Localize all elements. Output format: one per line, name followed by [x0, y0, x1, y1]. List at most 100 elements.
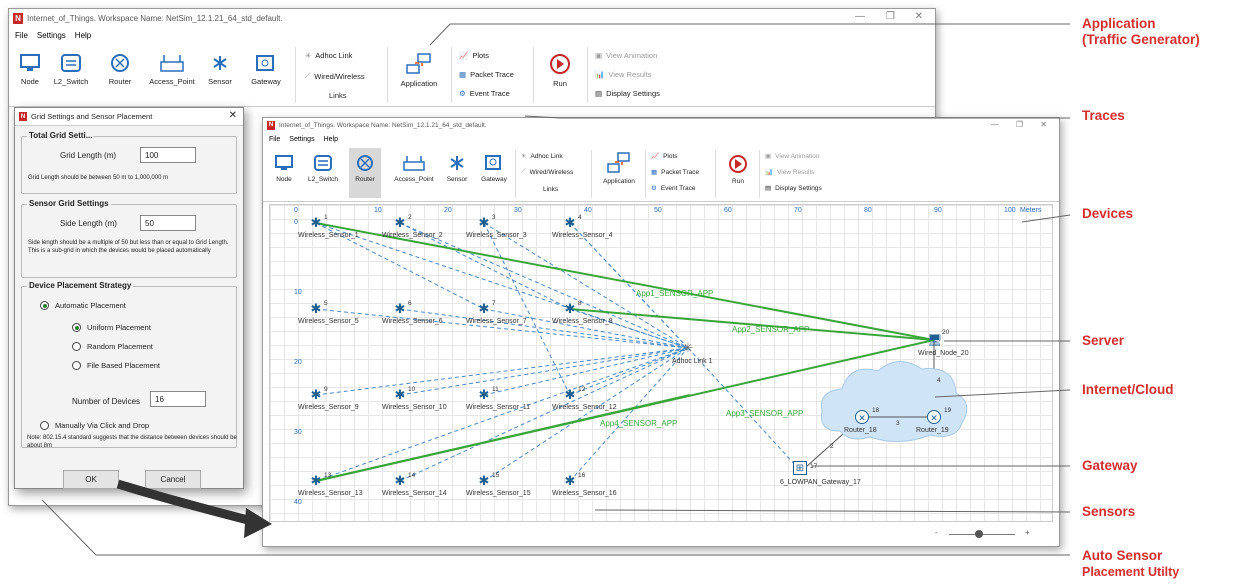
sensor-icon[interactable]: ✱	[477, 302, 491, 316]
sensor-icon[interactable]: ✱	[393, 216, 407, 230]
plots-button[interactable]: 📈 Plots	[651, 152, 678, 161]
packet-trace-button[interactable]: ▦ Packet Trace	[459, 70, 514, 79]
application-button[interactable]: Application	[597, 152, 641, 185]
minimize-button[interactable]: —	[991, 120, 999, 129]
sensor-icon	[213, 56, 227, 70]
back-ribbon: Node L2_Switch Router Access_Point Senso…	[9, 43, 935, 107]
view-results-button[interactable]: 📊 View Results	[765, 168, 815, 177]
plots-button[interactable]: 📈 Plots	[459, 51, 489, 60]
menu-file[interactable]: File	[15, 31, 28, 40]
sensor-icon[interactable]: ✱	[309, 474, 323, 488]
menu-file[interactable]: File	[269, 136, 280, 143]
device-label: Wireless_Sensor_11	[466, 404, 531, 411]
view-animation-button[interactable]: ▣ View Animation	[595, 51, 657, 60]
gateway-button[interactable]: Gateway	[247, 53, 285, 86]
random-placement-radio[interactable]: Random Placement	[72, 342, 153, 351]
sensor-icon[interactable]: ✱	[309, 302, 323, 316]
device-label: Wireless_Sensor_2	[382, 232, 443, 239]
sensor-icon[interactable]: ✱	[393, 474, 407, 488]
network-canvas[interactable]: 0 10 20 30 40 50 60 70 80 90 100 Meters …	[269, 204, 1053, 522]
router-button[interactable]: Router	[349, 148, 381, 198]
sensor-button[interactable]: Sensor	[205, 53, 235, 86]
run-button[interactable]: Run	[545, 53, 575, 88]
access-point-button[interactable]: Access_Point	[147, 53, 197, 86]
run-button[interactable]: Run	[725, 154, 751, 185]
restore-button[interactable]: ❐	[886, 11, 895, 22]
menu-settings[interactable]: Settings	[289, 136, 314, 143]
event-trace-button[interactable]: ⚙ Event Trace	[459, 89, 510, 98]
app-label: App3_SENSOR_APP	[726, 409, 804, 418]
gateway-icon[interactable]: ⊞	[793, 461, 807, 475]
close-icon[interactable]: ✕	[229, 110, 237, 121]
zoom-thumb[interactable]	[975, 530, 983, 538]
manual-placement-radio[interactable]: Manually Via Click and Drop	[40, 421, 149, 430]
close-button[interactable]: ✕	[1040, 120, 1047, 129]
adhoc-link-button[interactable]: ✳ Adhoc Link	[521, 152, 563, 161]
ribbon-separator	[295, 47, 296, 103]
display-settings-button[interactable]: ▤ Display Settings	[765, 184, 822, 193]
cancel-button[interactable]: Cancel	[145, 470, 201, 489]
menu-settings[interactable]: Settings	[37, 31, 66, 40]
view-results-button[interactable]: 📊 View Results	[595, 70, 652, 79]
sensor-icon[interactable]: ✱	[309, 216, 323, 230]
close-button[interactable]: ✕	[915, 11, 923, 22]
run-icon	[550, 54, 570, 74]
sensor-icon[interactable]: ✱	[477, 216, 491, 230]
front-ribbon: Node L2_Switch Router Access_Point Senso…	[263, 146, 1059, 202]
wired-wireless-button[interactable]: ⟋ Wired/Wireless	[305, 71, 365, 81]
side-length-input[interactable]: 50	[140, 215, 196, 231]
sensor-icon[interactable]: ✱	[393, 302, 407, 316]
view-animation-button[interactable]: ▣ View Animation	[765, 152, 819, 161]
router-button[interactable]: Router	[105, 53, 135, 86]
menu-help[interactable]: Help	[75, 31, 91, 40]
sensor-icon[interactable]: ✱	[477, 388, 491, 402]
callout-internet: Internet/Cloud	[1082, 382, 1174, 397]
minimize-button[interactable]: —	[855, 11, 865, 22]
server-icon[interactable]: 🖥	[927, 333, 942, 347]
ok-button[interactable]: OK	[63, 470, 119, 489]
adhoc-link-icon[interactable]: ✳	[681, 341, 695, 355]
automatic-placement-radio[interactable]: Automatic Placement	[40, 301, 126, 310]
event-trace-icon: ⚙	[459, 89, 466, 98]
node-button[interactable]: Node	[15, 53, 45, 86]
sensor-icon[interactable]: ✱	[563, 216, 577, 230]
packet-trace-button[interactable]: ▦ Packet Trace	[651, 168, 699, 177]
router-icon[interactable]: ✕	[927, 410, 941, 424]
adhoc-icon: ✳	[521, 153, 527, 160]
event-trace-button[interactable]: ⚙ Event Trace	[651, 184, 696, 193]
l2-switch-button[interactable]: L2_Switch	[305, 154, 341, 183]
restore-button[interactable]: ❐	[1016, 120, 1023, 129]
l2-switch-button[interactable]: L2_Switch	[51, 53, 91, 86]
sensor-icon[interactable]: ✱	[309, 388, 323, 402]
zoom-in-button[interactable]: +	[1025, 528, 1030, 537]
sensor-icon[interactable]: ✱	[477, 474, 491, 488]
zoom-control[interactable]: - +	[935, 528, 1035, 540]
access-point-button[interactable]: Access_Point	[391, 154, 437, 183]
adhoc-link-button[interactable]: ✳ Adhoc Link	[305, 51, 352, 60]
display-settings-icon: ▤	[595, 89, 603, 98]
wired-wireless-button[interactable]: ⟋ Wired/Wireless	[521, 168, 573, 176]
grid-length-input[interactable]: 100	[140, 147, 196, 163]
ribbon-separator	[451, 47, 452, 103]
side-length-note: Side length should be a multiple of 50 b…	[28, 240, 229, 254]
access-point-icon	[160, 55, 184, 72]
application-button[interactable]: Application	[395, 53, 443, 88]
callout-auto-placement: Auto Sensor Placement Utilty	[1082, 548, 1180, 579]
zoom-out-button[interactable]: -	[935, 528, 938, 537]
router-icon[interactable]: ✕	[855, 410, 869, 424]
sensor-icon[interactable]: ✱	[563, 474, 577, 488]
menu-help[interactable]: Help	[324, 136, 338, 143]
gateway-button[interactable]: Gateway	[477, 154, 511, 183]
sensor-icon[interactable]: ✱	[563, 388, 577, 402]
wireless-link	[687, 347, 799, 469]
display-settings-button[interactable]: ▤ Display Settings	[595, 89, 660, 98]
sensor-button[interactable]: Sensor	[443, 154, 471, 183]
sensor-icon[interactable]: ✱	[393, 388, 407, 402]
node-button[interactable]: Node	[271, 154, 297, 183]
wireless-link	[399, 347, 689, 482]
uniform-placement-radio[interactable]: Uniform Placement	[72, 323, 151, 332]
device-number: 18	[872, 407, 880, 414]
sensor-icon[interactable]: ✱	[563, 302, 577, 316]
file-based-placement-radio[interactable]: File Based Placement	[72, 361, 160, 370]
number-of-devices-input[interactable]: 16	[150, 391, 206, 407]
